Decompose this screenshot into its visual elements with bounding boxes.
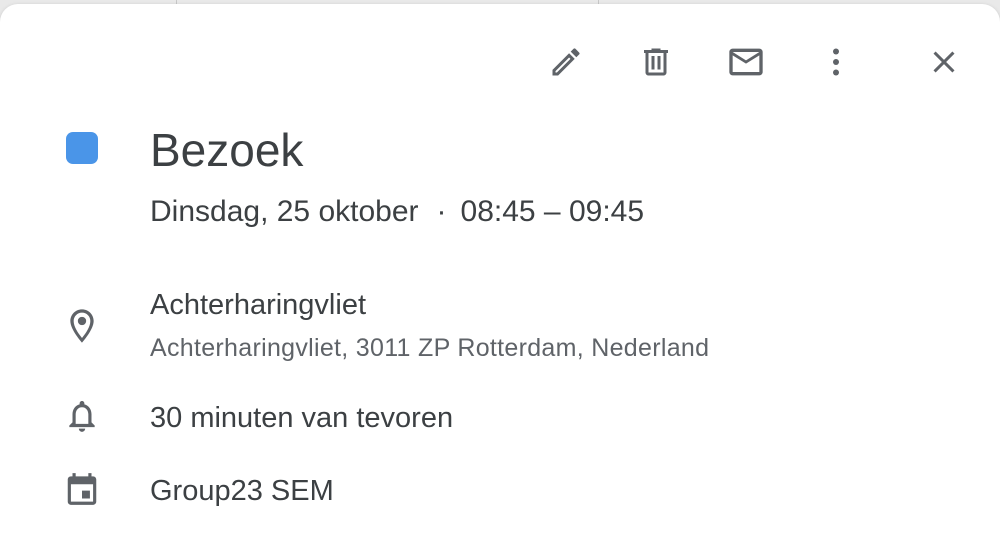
event-details-card: Bezoek Dinsdag, 25 oktober · 08:45 – 09:45… xyxy=(0,4,1000,560)
more-vert-icon xyxy=(818,44,854,80)
edit-event-button[interactable] xyxy=(538,34,594,90)
email-guests-button[interactable] xyxy=(718,34,774,90)
event-title: Bezoek xyxy=(150,124,304,176)
event-color-swatch xyxy=(66,132,98,164)
trash-icon xyxy=(638,44,674,80)
datetime-separator: · xyxy=(436,195,447,228)
event-datetime: Dinsdag, 25 oktober · 08:45 – 09:45 xyxy=(150,192,644,232)
bell-icon xyxy=(58,392,106,440)
event-date: Dinsdag, 25 oktober xyxy=(150,195,419,228)
event-time: 08:45 – 09:45 xyxy=(460,195,645,228)
calendar-icon xyxy=(58,465,106,513)
location-address: Achterharingvliet, 3011 ZP Rotterdam, Ne… xyxy=(150,334,710,362)
reminder-text: 30 minuten van tevoren xyxy=(150,402,454,434)
location-name: Achterharingvliet xyxy=(150,289,366,321)
more-options-button[interactable] xyxy=(808,34,864,90)
mail-icon xyxy=(726,42,766,82)
delete-event-button[interactable] xyxy=(628,34,684,90)
close-icon xyxy=(926,44,962,80)
pencil-icon xyxy=(548,44,584,80)
calendar-name: Group23 SEM xyxy=(150,475,334,507)
location-pin-icon xyxy=(58,302,106,350)
close-button[interactable] xyxy=(916,34,972,90)
